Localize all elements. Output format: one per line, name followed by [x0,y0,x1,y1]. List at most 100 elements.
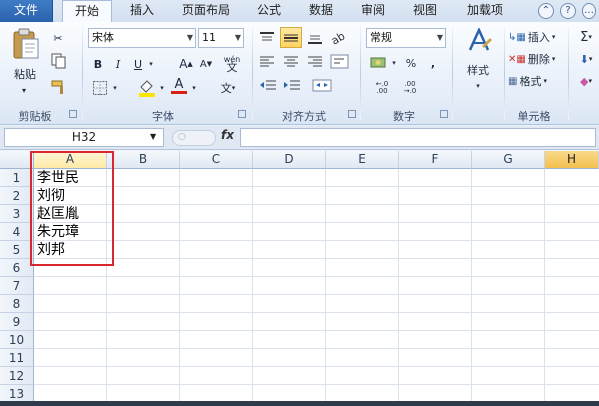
decrease-indent-icon[interactable] [258,78,278,94]
name-box-value: H32 [71,130,97,144]
row-header[interactable]: 6 [0,259,34,277]
worksheet-grid[interactable]: A B C D E F G H 1 2 3 4 5 6 7 8 9 10 11 … [0,151,599,401]
column-header-b[interactable]: B [107,151,180,169]
delete-cells-button[interactable]: ✕▦ 删除 ▾ [508,49,564,69]
column-header-h[interactable]: H [545,151,599,169]
clear-icon[interactable]: ◆ ▾ [574,71,598,91]
align-left-icon[interactable] [258,54,276,70]
font-name-combo[interactable]: 宋体 ▼ [88,28,196,48]
number-format-combo[interactable]: 常规 ▼ [366,28,446,48]
row-header[interactable]: 12 [0,367,34,385]
fill-color-dropdown-icon[interactable]: ▾ [157,78,167,98]
format-painter-icon[interactable] [51,79,67,95]
column-header-e[interactable]: E [326,151,399,169]
font-color-button[interactable]: A [170,76,188,96]
tab-addins[interactable]: 加载项 [456,0,514,22]
tab-data[interactable]: 数据 [300,0,342,22]
shrink-font-button[interactable]: A ▼ [198,54,214,74]
orientation-icon[interactable]: ab [330,28,348,46]
increase-indent-icon[interactable] [282,78,302,94]
column-header-c[interactable]: C [180,151,253,169]
fill-color-icon[interactable] [138,79,156,97]
font-size-combo[interactable]: 11 ▼ [198,28,244,48]
row-header[interactable]: 4 [0,223,34,241]
row-header[interactable]: 7 [0,277,34,295]
autosum-button[interactable]: Σ ▾ [574,27,598,47]
column-header-g[interactable]: G [472,151,545,169]
underline-button[interactable]: U [130,54,146,74]
collapse-ribbon-icon[interactable]: ⌃ [538,3,554,19]
column-header-f[interactable]: F [399,151,472,169]
copy-icon[interactable] [51,53,67,69]
fill-icon[interactable]: ⬇ ▾ [574,49,598,69]
borders-dropdown-icon[interactable]: ▾ [110,78,120,98]
align-bottom-icon[interactable] [306,30,324,46]
align-middle-button[interactable] [280,27,302,48]
wrap-text-icon[interactable] [330,54,350,70]
align-right-icon[interactable] [306,54,324,70]
cut-icon[interactable]: ✂ [48,28,68,48]
currency-icon[interactable] [370,55,390,71]
svg-text:ab: ab [330,29,347,46]
row-header[interactable]: 1 [0,169,34,187]
insert-function-icon[interactable]: fx [221,128,234,142]
tab-home[interactable]: 开始 [62,0,112,23]
insert-function-label: fx [221,128,234,142]
help-icon[interactable]: ? [560,3,576,19]
decrease-decimal-icon[interactable]: .00 →.0 [398,78,422,98]
align-middle-icon [284,34,298,42]
tab-file[interactable]: 文件 [0,0,53,22]
align-top-icon[interactable] [258,30,276,46]
insert-cells-button[interactable]: ↳▦ 插入 ▾ [508,27,564,47]
row-header[interactable]: 3 [0,205,34,223]
row-header[interactable]: 11 [0,349,34,367]
italic-button[interactable]: I [110,54,126,74]
column-header-d[interactable]: D [253,151,326,169]
alignment-launcher-icon[interactable] [348,110,356,118]
phonetic-button[interactable]: wén 文 [219,54,245,74]
comma-button[interactable]: , [426,53,440,73]
paste-icon[interactable] [12,28,40,60]
styles-dropdown-icon[interactable]: ▾ [468,76,488,96]
format-cells-button[interactable]: ▦ 格式 ▾ [508,71,564,91]
row-header[interactable]: 8 [0,295,34,313]
name-box-dropdown-icon[interactable]: ▼ [150,132,156,141]
format-cells-icon: ▦ [508,75,518,87]
delete-cells-label: 删除 [527,53,550,66]
tab-review[interactable]: 审阅 [352,0,394,22]
cancel-icon: ○ [178,132,186,142]
tab-insert[interactable]: 插入 [122,0,162,22]
formula-bar-resizer[interactable]: ○ [172,130,216,146]
tab-page-layout[interactable]: 页面布局 [172,0,240,22]
bold-button[interactable]: B [90,54,106,74]
clipboard-launcher-icon[interactable] [69,110,77,118]
name-box[interactable]: H32 [4,128,164,147]
tab-view[interactable]: 视图 [404,0,446,22]
row-header[interactable]: 9 [0,313,34,331]
font-launcher-icon[interactable] [238,110,246,118]
font-wen-icon[interactable]: 文 ▾ [216,78,240,98]
currency-dropdown-icon[interactable]: ▾ [389,53,399,73]
grow-font-button[interactable]: A ▲ [178,54,194,74]
row-header[interactable]: 5 [0,241,34,259]
number-launcher-icon[interactable] [440,110,448,118]
font-color-dropdown-icon[interactable]: ▾ [189,78,199,98]
ribbon-tab-bar: 文件 开始 插入 页面布局 公式 数据 审阅 视图 加载项 ⌃ ? … [0,0,599,23]
borders-icon[interactable] [92,80,108,96]
clipboard-group-label: 剪贴板 [18,110,52,123]
paste-dropdown-icon[interactable]: ▾ [14,80,34,100]
select-all-corner[interactable] [0,151,34,169]
more-icon[interactable]: … [582,3,596,19]
increase-decimal-icon[interactable]: ←.0.00 [370,78,394,98]
formula-input[interactable] [240,128,596,147]
row-header[interactable]: 13 [0,385,34,401]
align-center-icon[interactable] [282,54,300,70]
styles-icon[interactable] [466,28,492,56]
underline-dropdown-icon[interactable]: ▾ [146,54,156,74]
row-header[interactable]: 2 [0,187,34,205]
merge-center-icon[interactable] [312,78,334,94]
font-name-value: 宋体 [92,31,114,44]
row-header[interactable]: 10 [0,331,34,349]
percent-button[interactable]: % [404,53,418,73]
tab-formulas[interactable]: 公式 [248,0,290,22]
